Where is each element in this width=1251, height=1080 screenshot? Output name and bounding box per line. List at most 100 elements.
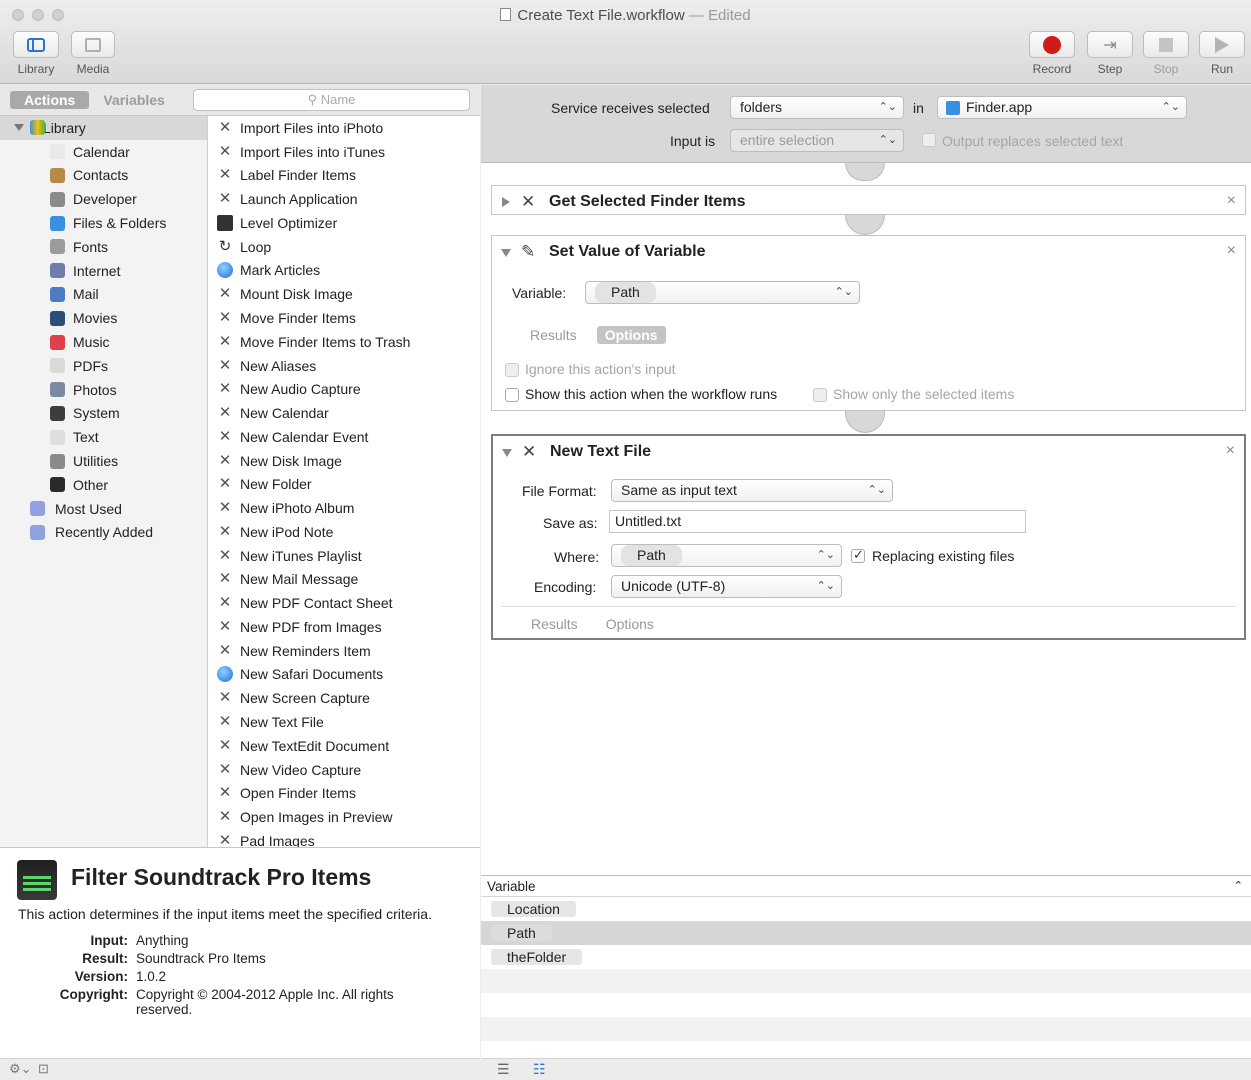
action-item[interactable]: ✕ New TextEdit Document — [209, 734, 480, 758]
category-item[interactable]: Other — [0, 473, 207, 497]
file-format-select[interactable]: Same as input text ⌃⌄ — [611, 479, 893, 502]
smart-group-item[interactable]: Most Used — [0, 497, 207, 521]
action-item[interactable]: ✕ Import Files into iPhoto — [209, 116, 480, 140]
category-item[interactable]: Photos — [0, 378, 207, 402]
action-item[interactable]: ✕ New Audio Capture — [209, 377, 480, 401]
action-item[interactable]: ✕ New Video Capture — [209, 758, 480, 782]
action-item[interactable]: Level Optimizer — [209, 211, 480, 235]
action-item[interactable]: ✕ New Calendar — [209, 401, 480, 425]
variable-token: Location — [491, 901, 576, 917]
service-app-select[interactable]: Finder.app ⌃⌄ — [937, 96, 1187, 119]
show-selected-items-checkbox[interactable] — [813, 388, 827, 402]
action-item[interactable]: Mark Articles — [209, 259, 480, 283]
action-item[interactable]: ✕ New Reminders Item — [209, 639, 480, 663]
category-item[interactable]: Movies — [0, 306, 207, 330]
close-icon[interactable]: × — [1227, 192, 1236, 210]
action-item[interactable]: ✕ New Calendar Event — [209, 425, 480, 449]
variable-row[interactable]: Location — [481, 897, 1251, 921]
action-item[interactable]: ✕ New Mail Message — [209, 568, 480, 592]
action-item[interactable]: ✕ Mount Disk Image — [209, 282, 480, 306]
close-icon[interactable]: × — [1227, 242, 1236, 260]
action-get-selected-finder-items[interactable]: ✕ Get Selected Finder Items × — [491, 185, 1246, 215]
where-select[interactable]: Path ⌃⌄ — [611, 544, 842, 567]
library-button[interactable]: Library — [13, 31, 59, 76]
action-item[interactable]: ✕ New iTunes Playlist — [209, 544, 480, 568]
category-item[interactable]: Files & Folders — [0, 211, 207, 235]
category-item[interactable]: Calendar — [0, 140, 207, 164]
toggle-description-icon[interactable]: ⊡ — [38, 1061, 49, 1077]
action-item[interactable]: ✕ New Disk Image — [209, 449, 480, 473]
action-item[interactable]: ✕ New iPhoto Album — [209, 496, 480, 520]
run-button[interactable]: Run — [1199, 31, 1245, 76]
category-item[interactable]: System — [0, 402, 207, 426]
action-item[interactable]: ✕ Open Finder Items — [209, 781, 480, 805]
show-action-checkbox[interactable] — [505, 388, 519, 402]
variables-header[interactable]: Variable ⌃ — [481, 876, 1251, 897]
list-view-icon[interactable]: ☰ — [497, 1061, 510, 1078]
action-item[interactable]: ✕ Move Finder Items to Trash — [209, 330, 480, 354]
category-item[interactable]: Developer — [0, 187, 207, 211]
disclosure-triangle-icon[interactable] — [14, 124, 24, 131]
variables-header-label: Variable — [487, 879, 536, 894]
version-key: Version: — [74, 969, 128, 984]
flow-view-icon[interactable]: ☷ — [533, 1061, 546, 1078]
category-library[interactable]: Library — [0, 116, 207, 140]
input-is-select[interactable]: entire selection ⌃⌄ — [730, 129, 904, 152]
category-item[interactable]: Fonts — [0, 235, 207, 259]
category-item[interactable]: PDFs — [0, 354, 207, 378]
record-button[interactable]: Record — [1029, 31, 1075, 76]
action-item[interactable]: New Safari Documents — [209, 663, 480, 687]
collapse-triangle-icon[interactable] — [501, 249, 511, 257]
action-item[interactable]: ✕ New Folder — [209, 472, 480, 496]
service-settings-bar: Service receives selected folders ⌃⌄ in F… — [481, 85, 1251, 163]
encoding-select[interactable]: Unicode (UTF-8) ⌃⌄ — [611, 575, 842, 598]
automator-icon: ✕ — [218, 451, 232, 469]
category-item[interactable]: Utilities — [0, 449, 207, 473]
output-replaces-checkbox[interactable] — [922, 133, 936, 147]
close-icon[interactable]: × — [1226, 442, 1235, 460]
media-button[interactable]: Media — [71, 31, 115, 76]
category-item[interactable]: Music — [0, 330, 207, 354]
action-item[interactable]: ✕ New Aliases — [209, 354, 480, 378]
automator-icon: ✕ — [218, 142, 232, 160]
replacing-existing-files-checkbox[interactable] — [851, 547, 865, 563]
action-item[interactable]: ✕ Label Finder Items — [209, 164, 480, 188]
action-new-text-file[interactable]: ✕ New Text File × File Format: Same as i… — [491, 434, 1246, 640]
action-item[interactable]: ✕ New PDF Contact Sheet — [209, 591, 480, 615]
save-as-field[interactable]: Untitled.txt — [609, 510, 1026, 533]
collapse-triangle-icon[interactable] — [502, 449, 512, 457]
action-item[interactable]: ✕ Launch Application — [209, 187, 480, 211]
category-item[interactable]: Internet — [0, 259, 207, 283]
tab-variables[interactable]: Variables — [89, 91, 179, 109]
tab-options[interactable]: Options — [596, 326, 666, 344]
smart-group-item[interactable]: Recently Added — [0, 521, 207, 545]
step-button[interactable]: ⇥ Step — [1087, 31, 1133, 76]
action-item[interactable]: ✕ New PDF from Images — [209, 615, 480, 639]
action-item[interactable]: ✕ New iPod Note — [209, 520, 480, 544]
category-item[interactable]: Contacts — [0, 164, 207, 188]
tab-actions[interactable]: Actions — [10, 91, 90, 109]
tab-results[interactable]: Results — [522, 326, 585, 344]
variable-select[interactable]: Path ⌃⌄ — [585, 281, 860, 304]
service-input-type-select[interactable]: folders ⌃⌄ — [730, 96, 904, 119]
variable-icon: ✎ — [521, 242, 536, 261]
variable-row[interactable]: theFolder — [481, 945, 1251, 969]
stop-button[interactable]: Stop — [1143, 31, 1189, 76]
action-item[interactable]: ✕ Open Images in Preview — [209, 805, 480, 829]
tab-options[interactable]: Options — [598, 615, 662, 633]
action-set-value-of-variable[interactable]: ✎ Set Value of Variable × Variable: Path… — [491, 235, 1246, 411]
action-item[interactable]: ✕ New Screen Capture — [209, 686, 480, 710]
action-item[interactable]: ↻ Loop — [209, 235, 480, 259]
action-item[interactable]: ✕ Import Files into iTunes — [209, 140, 480, 164]
expand-triangle-icon[interactable] — [502, 197, 510, 207]
variable-row[interactable]: Path — [481, 921, 1251, 945]
ignore-input-checkbox[interactable] — [505, 363, 519, 377]
category-item[interactable]: Mail — [0, 283, 207, 307]
category-item[interactable]: Text — [0, 425, 207, 449]
tab-results[interactable]: Results — [523, 615, 586, 633]
search-input[interactable]: ⚲ Name — [193, 89, 470, 111]
action-item[interactable]: ✕ Move Finder Items — [209, 306, 480, 330]
action-item[interactable]: ✕ New Text File — [209, 710, 480, 734]
gear-icon[interactable]: ⚙︎⌄ — [9, 1061, 32, 1077]
action-item[interactable]: ✕ Pad Images — [209, 829, 480, 847]
